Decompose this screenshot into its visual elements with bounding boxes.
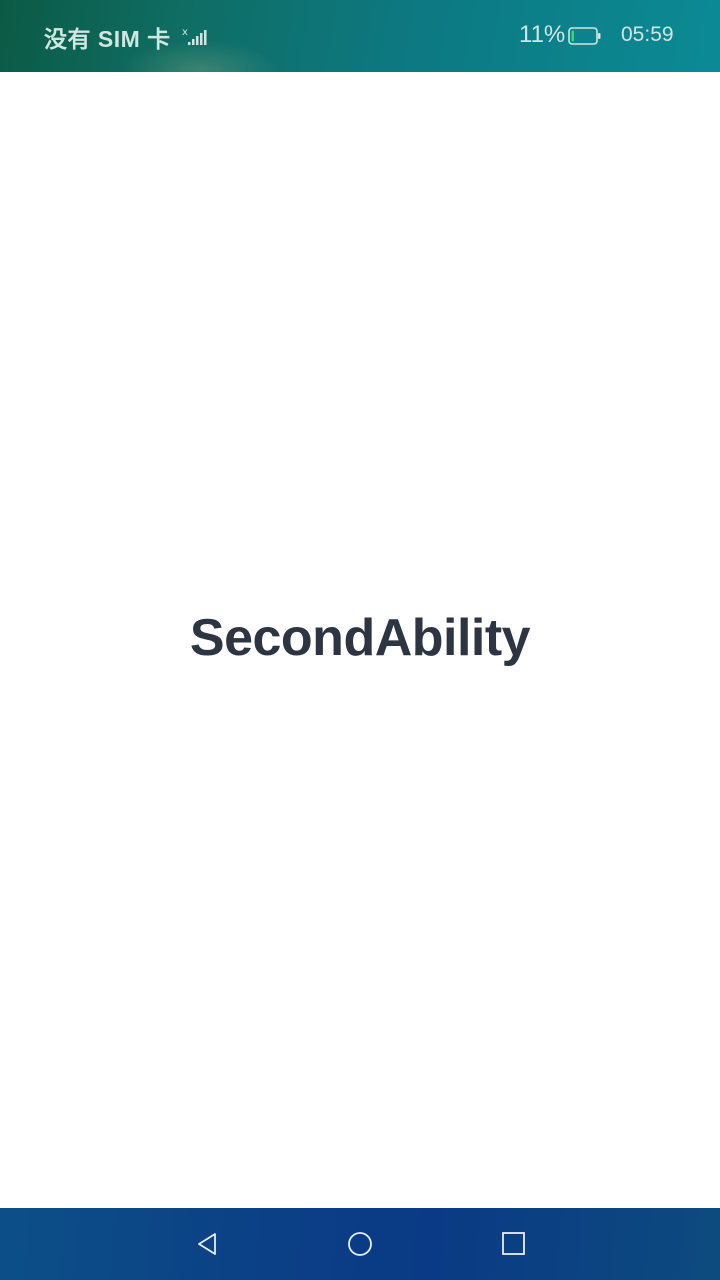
main-content: SecondAbility bbox=[0, 72, 720, 1208]
home-icon bbox=[348, 1232, 372, 1256]
recent-apps-icon bbox=[502, 1232, 525, 1255]
recent-apps-button[interactable] bbox=[496, 1226, 532, 1262]
status-bar: 没有 SIM 卡 x 11% 05:59 bbox=[0, 0, 720, 100]
back-icon bbox=[198, 1233, 216, 1255]
clock: 05:59 bbox=[621, 23, 674, 46]
navigation-bar bbox=[0, 1208, 720, 1280]
back-button[interactable] bbox=[190, 1226, 226, 1262]
signal-icon: x bbox=[182, 26, 210, 46]
page-title: SecondAbility bbox=[189, 609, 531, 667]
carrier-label: 没有 SIM 卡 bbox=[44, 26, 171, 52]
battery-percentage: 11% bbox=[519, 21, 566, 48]
battery-icon bbox=[568, 27, 602, 45]
home-button[interactable] bbox=[342, 1226, 378, 1262]
svg-text:x: x bbox=[182, 27, 188, 38]
